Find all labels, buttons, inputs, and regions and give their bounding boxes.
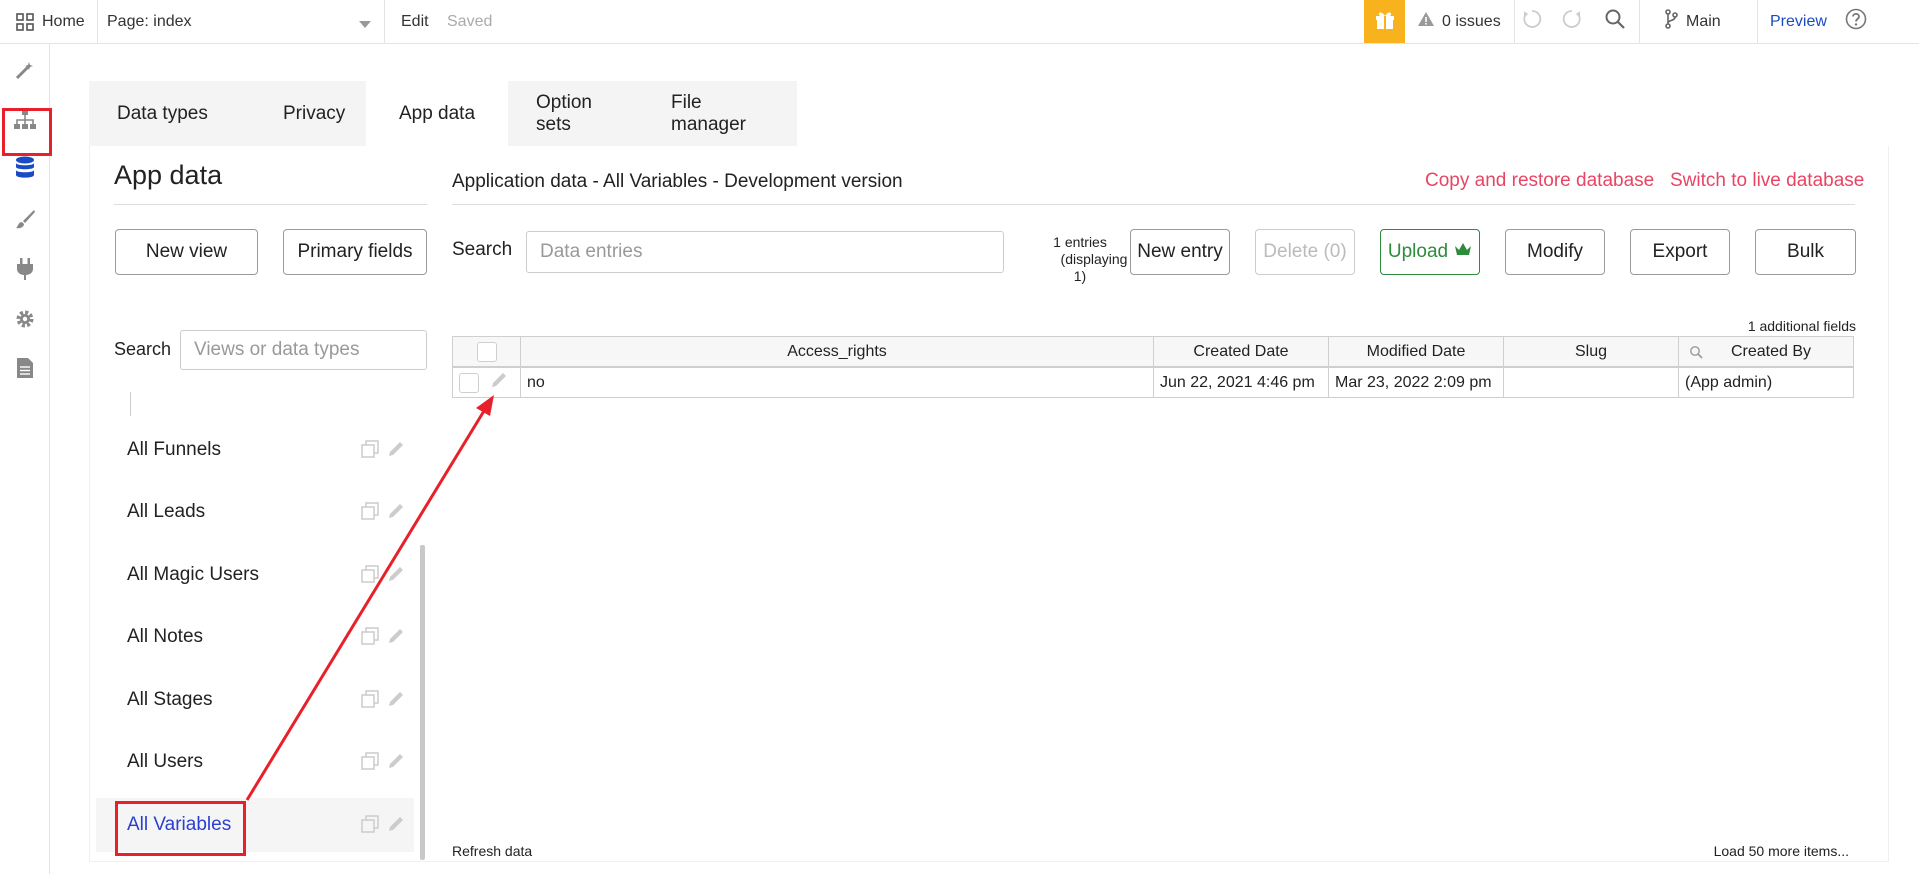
annotation-arrow: [245, 395, 494, 801]
